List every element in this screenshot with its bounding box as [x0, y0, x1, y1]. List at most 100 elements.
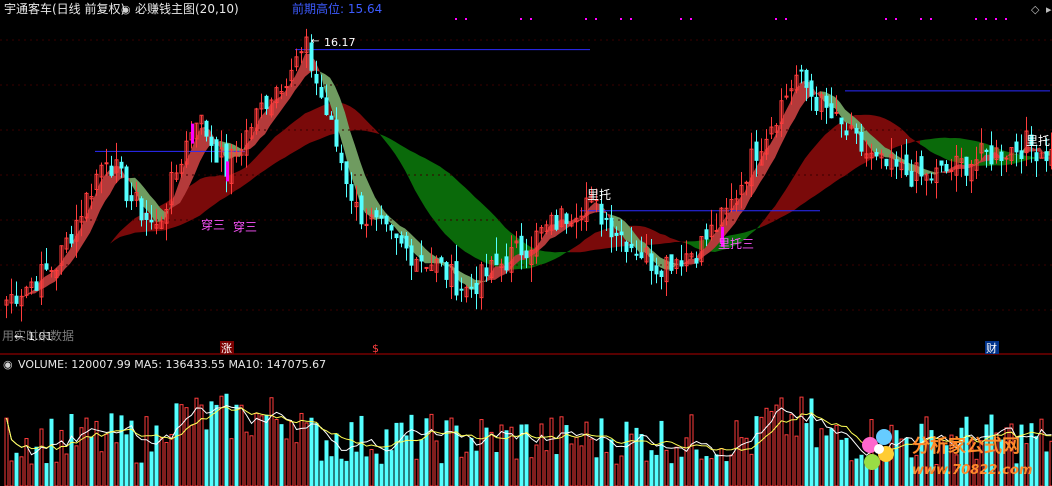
candle	[34, 281, 39, 291]
collapse-icon[interactable]: ◉	[121, 3, 131, 16]
volume-bar	[309, 417, 314, 486]
candle	[809, 80, 814, 97]
candle	[109, 165, 114, 176]
candle	[149, 219, 154, 223]
candle	[419, 255, 424, 262]
candle	[989, 145, 994, 165]
volume-bar	[294, 442, 299, 486]
candle	[14, 295, 19, 304]
trend-band-segment	[765, 212, 770, 226]
volume-bar	[49, 418, 54, 486]
event-flag-dollar[interactable]: $	[372, 342, 379, 355]
ribbon-segment	[930, 170, 935, 175]
trend-band-segment	[920, 139, 925, 148]
ribbon-segment	[770, 135, 775, 166]
trend-band-segment	[1030, 156, 1035, 160]
trend-band-segment	[830, 126, 835, 186]
volume-bar	[694, 449, 699, 486]
ribbon-segment	[815, 91, 820, 98]
volume-bar	[89, 436, 94, 486]
candle	[69, 234, 74, 244]
volume-bar	[829, 428, 834, 486]
trend-band-segment	[595, 231, 600, 250]
candle	[399, 235, 404, 244]
trend-band-segment	[555, 252, 560, 259]
candle	[894, 159, 899, 167]
volume-bar	[774, 404, 779, 486]
volume-bar	[314, 423, 319, 486]
event-flag-cai[interactable]: 财	[986, 341, 997, 355]
volume-bar	[1034, 436, 1039, 486]
event-flag-zhang[interactable]: 涨	[221, 342, 232, 355]
volume-bar	[544, 450, 549, 486]
volume-bar	[594, 457, 599, 486]
ribbon-segment	[315, 60, 320, 72]
candle	[604, 217, 609, 220]
volume-bar	[144, 416, 149, 486]
trend-band-segment	[985, 143, 990, 166]
trend-band-segment	[245, 163, 250, 185]
volume-bar	[599, 418, 604, 486]
volume-bar	[534, 444, 539, 486]
candle	[704, 229, 709, 240]
ribbon-segment	[430, 252, 435, 264]
candle	[379, 215, 384, 219]
volume-bar	[854, 458, 859, 486]
trend-band-segment	[105, 243, 110, 247]
ribbon-segment	[295, 66, 300, 91]
candle	[824, 95, 829, 108]
candle	[469, 286, 474, 289]
diamond-icon[interactable]: ◇	[1031, 3, 1040, 16]
candle	[554, 215, 559, 230]
trend-band-segment	[835, 122, 840, 182]
volume-bar	[469, 437, 474, 486]
trend-band-segment	[315, 106, 320, 141]
trend-band-segment	[550, 251, 555, 262]
trend-band-segment	[320, 104, 325, 140]
candle	[714, 229, 719, 232]
volume-collapse-icon[interactable]: ◉	[3, 358, 13, 371]
volume-bar	[139, 462, 144, 486]
trend-band-segment	[310, 108, 315, 143]
marker-lituo-2: 里托	[1026, 134, 1050, 148]
volume-bar	[609, 439, 614, 486]
trend-band-segment	[65, 275, 70, 278]
volume-bar	[104, 433, 109, 486]
trend-band-segment	[440, 166, 445, 235]
trend-band-segment	[490, 211, 495, 267]
volume-bar	[329, 456, 334, 486]
candle	[404, 235, 409, 249]
volume-bar	[219, 395, 224, 486]
trend-band-segment	[480, 201, 485, 263]
volume-bar	[859, 454, 864, 486]
volume-bar	[189, 424, 194, 486]
volume-bar	[239, 404, 244, 486]
volume-bar	[799, 396, 804, 486]
trend-band-segment	[1025, 155, 1030, 161]
volume-bar	[64, 453, 69, 486]
volume-bar	[689, 414, 694, 486]
trend-band-segment	[935, 137, 940, 157]
candle	[874, 152, 879, 157]
trend-band-segment	[945, 137, 950, 161]
stock-chart: 宇通客车(日线 前复权) ◉ 必赚钱主图(20,10) 前期高位: 15.64 …	[0, 1, 1052, 486]
scroll-right-icon[interactable]: ▸	[1046, 3, 1052, 16]
trend-band-segment	[675, 239, 680, 243]
volume-bar	[579, 445, 584, 486]
volume-bar	[409, 414, 414, 486]
trend-band-segment	[540, 250, 545, 265]
trend-band-segment	[445, 170, 450, 239]
indicator-name[interactable]: 必赚钱主图(20,10)	[135, 1, 239, 16]
volume-bar	[384, 429, 389, 486]
signal-dot	[920, 18, 922, 20]
trend-band-segment	[110, 237, 115, 244]
watermark-url: www.70822.com	[912, 463, 1033, 478]
trend-band-segment	[100, 246, 105, 252]
ribbon-segment	[100, 174, 105, 211]
candle	[609, 217, 614, 238]
ribbon-segment	[280, 91, 285, 112]
candle	[459, 288, 464, 291]
trend-band-segment	[915, 140, 920, 145]
volume-bar	[274, 418, 279, 486]
volume-bar	[54, 461, 59, 486]
